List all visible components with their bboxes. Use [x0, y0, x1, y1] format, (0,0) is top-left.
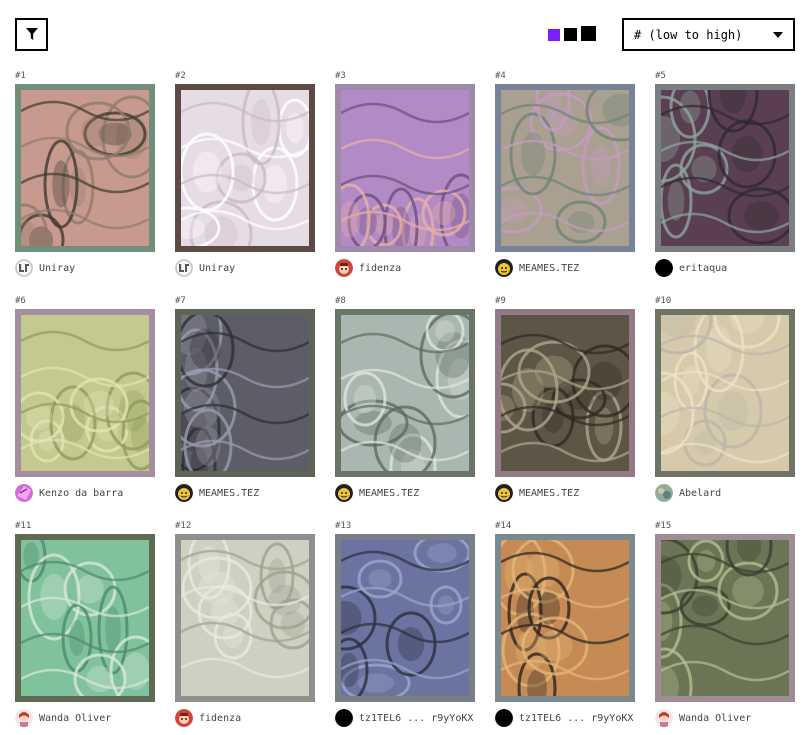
author-name: Uniray — [199, 262, 236, 274]
avatar — [175, 709, 193, 727]
author-name: tz1TEL6 ... r9yYoKX — [519, 712, 634, 724]
author-name: fidenza — [359, 262, 402, 274]
author-name: tz1TEL6 ... r9yYoKX — [359, 712, 474, 724]
author-name: MEAMES.TEZ — [199, 487, 260, 499]
author-link[interactable]: tz1TEL6 ... r9yYoKX — [495, 708, 635, 728]
gallery-card[interactable]: #11 Wanda Oliver — [15, 521, 155, 728]
gallery-card[interactable]: #9 MEAMES.TEZ — [495, 296, 635, 503]
avatar — [335, 259, 353, 277]
gallery-card[interactable]: #7 MEAMES.TEZ — [175, 296, 315, 503]
author-name: Uniray — [39, 262, 76, 274]
gallery-card[interactable]: #1 Uniray — [15, 71, 155, 278]
author-name: MEAMES.TEZ — [359, 487, 420, 499]
avatar — [15, 259, 33, 277]
iteration-number: #3 — [335, 71, 346, 81]
gallery-card[interactable]: #10 Abelard — [655, 296, 795, 503]
iteration-number: #12 — [175, 521, 192, 531]
avatar — [655, 709, 673, 727]
artwork-thumbnail[interactable] — [495, 84, 635, 252]
artwork-thumbnail[interactable] — [175, 309, 315, 477]
avatar — [655, 259, 673, 277]
author-link[interactable]: MEAMES.TEZ — [175, 483, 315, 503]
iteration-number: #4 — [495, 71, 506, 81]
author-name: MEAMES.TEZ — [519, 487, 580, 499]
avatar — [495, 709, 513, 727]
avatar — [175, 484, 193, 502]
artwork-thumbnail[interactable] — [655, 534, 795, 702]
gallery-card[interactable]: #3 fidenza — [335, 71, 475, 278]
gallery-card[interactable]: #13 tz1TEL6 ... r9yYoKX — [335, 521, 475, 728]
iteration-number: #11 — [15, 521, 32, 531]
size-medium-toggle[interactable] — [564, 27, 577, 41]
artwork-thumbnail[interactable] — [335, 309, 475, 477]
artwork-thumbnail[interactable] — [655, 309, 795, 477]
author-name: Abelard — [679, 487, 722, 499]
artwork-thumbnail[interactable] — [495, 534, 635, 702]
author-link[interactable]: Uniray — [175, 258, 315, 278]
author-name: Kenzo da barra — [39, 487, 124, 499]
avatar — [175, 259, 193, 277]
iteration-number: #2 — [175, 71, 186, 81]
avatar — [655, 484, 673, 502]
author-link[interactable]: Wanda Oliver — [655, 708, 795, 728]
iteration-number: #6 — [15, 296, 26, 306]
artwork-thumbnail[interactable] — [175, 84, 315, 252]
iteration-number: #14 — [495, 521, 512, 531]
iteration-number: #5 — [655, 71, 666, 81]
author-name: eritaqua — [679, 262, 728, 274]
author-link[interactable]: fidenza — [175, 708, 315, 728]
author-name: Wanda Oliver — [39, 712, 112, 724]
iteration-number: #7 — [175, 296, 186, 306]
filter-button[interactable] — [15, 18, 48, 51]
avatar — [15, 709, 33, 727]
author-link[interactable]: MEAMES.TEZ — [495, 258, 635, 278]
gallery-card[interactable]: #4 MEAMES.TEZ — [495, 71, 635, 278]
sort-select[interactable]: # (low to high) — [622, 18, 795, 51]
filter-icon — [25, 28, 38, 40]
gallery-card[interactable]: #14 tz1TEL6 ... r9yYoKX — [495, 521, 635, 728]
author-link[interactable]: fidenza — [335, 258, 475, 278]
artwork-thumbnail[interactable] — [495, 309, 635, 477]
author-link[interactable]: Abelard — [655, 483, 795, 503]
avatar — [335, 484, 353, 502]
author-name: MEAMES.TEZ — [519, 262, 580, 274]
author-link[interactable]: Uniray — [15, 258, 155, 278]
sort-select-value: # (low to high) — [634, 27, 743, 42]
artwork-thumbnail[interactable] — [655, 84, 795, 252]
author-link[interactable]: tz1TEL6 ... r9yYoKX — [335, 708, 475, 728]
size-large-toggle[interactable] — [581, 26, 596, 41]
gallery-card[interactable]: #2 Uniray — [175, 71, 315, 278]
author-name: Wanda Oliver — [679, 712, 752, 724]
size-small-toggle[interactable] — [548, 28, 560, 41]
iteration-number: #15 — [655, 521, 672, 531]
author-link[interactable]: Kenzo da barra — [15, 483, 155, 503]
artwork-thumbnail[interactable] — [15, 309, 155, 477]
iteration-number: #10 — [655, 296, 672, 306]
iteration-number: #13 — [335, 521, 352, 531]
thumbnail-size-toggles — [548, 26, 600, 41]
gallery-card[interactable]: #8 MEAMES.TEZ — [335, 296, 475, 503]
artwork-thumbnail[interactable] — [175, 534, 315, 702]
iteration-number: #1 — [15, 71, 26, 81]
artwork-thumbnail[interactable] — [15, 84, 155, 252]
avatar — [335, 709, 353, 727]
gallery-card[interactable]: #6 Kenzo da barra — [15, 296, 155, 503]
artwork-thumbnail[interactable] — [335, 84, 475, 252]
avatar — [495, 259, 513, 277]
iteration-number: #8 — [335, 296, 346, 306]
iteration-number: #9 — [495, 296, 506, 306]
author-link[interactable]: Wanda Oliver — [15, 708, 155, 728]
author-link[interactable]: eritaqua — [655, 258, 795, 278]
gallery-card[interactable]: #12 fidenza — [175, 521, 315, 728]
gallery-card[interactable]: #15 Wanda Oliver — [655, 521, 795, 728]
author-name: fidenza — [199, 712, 242, 724]
author-link[interactable]: MEAMES.TEZ — [335, 483, 475, 503]
avatar — [495, 484, 513, 502]
gallery-card[interactable]: #5 eritaqua — [655, 71, 795, 278]
artwork-thumbnail[interactable] — [335, 534, 475, 702]
author-link[interactable]: MEAMES.TEZ — [495, 483, 635, 503]
avatar — [15, 484, 33, 502]
artwork-thumbnail[interactable] — [15, 534, 155, 702]
chevron-down-icon — [773, 31, 783, 38]
